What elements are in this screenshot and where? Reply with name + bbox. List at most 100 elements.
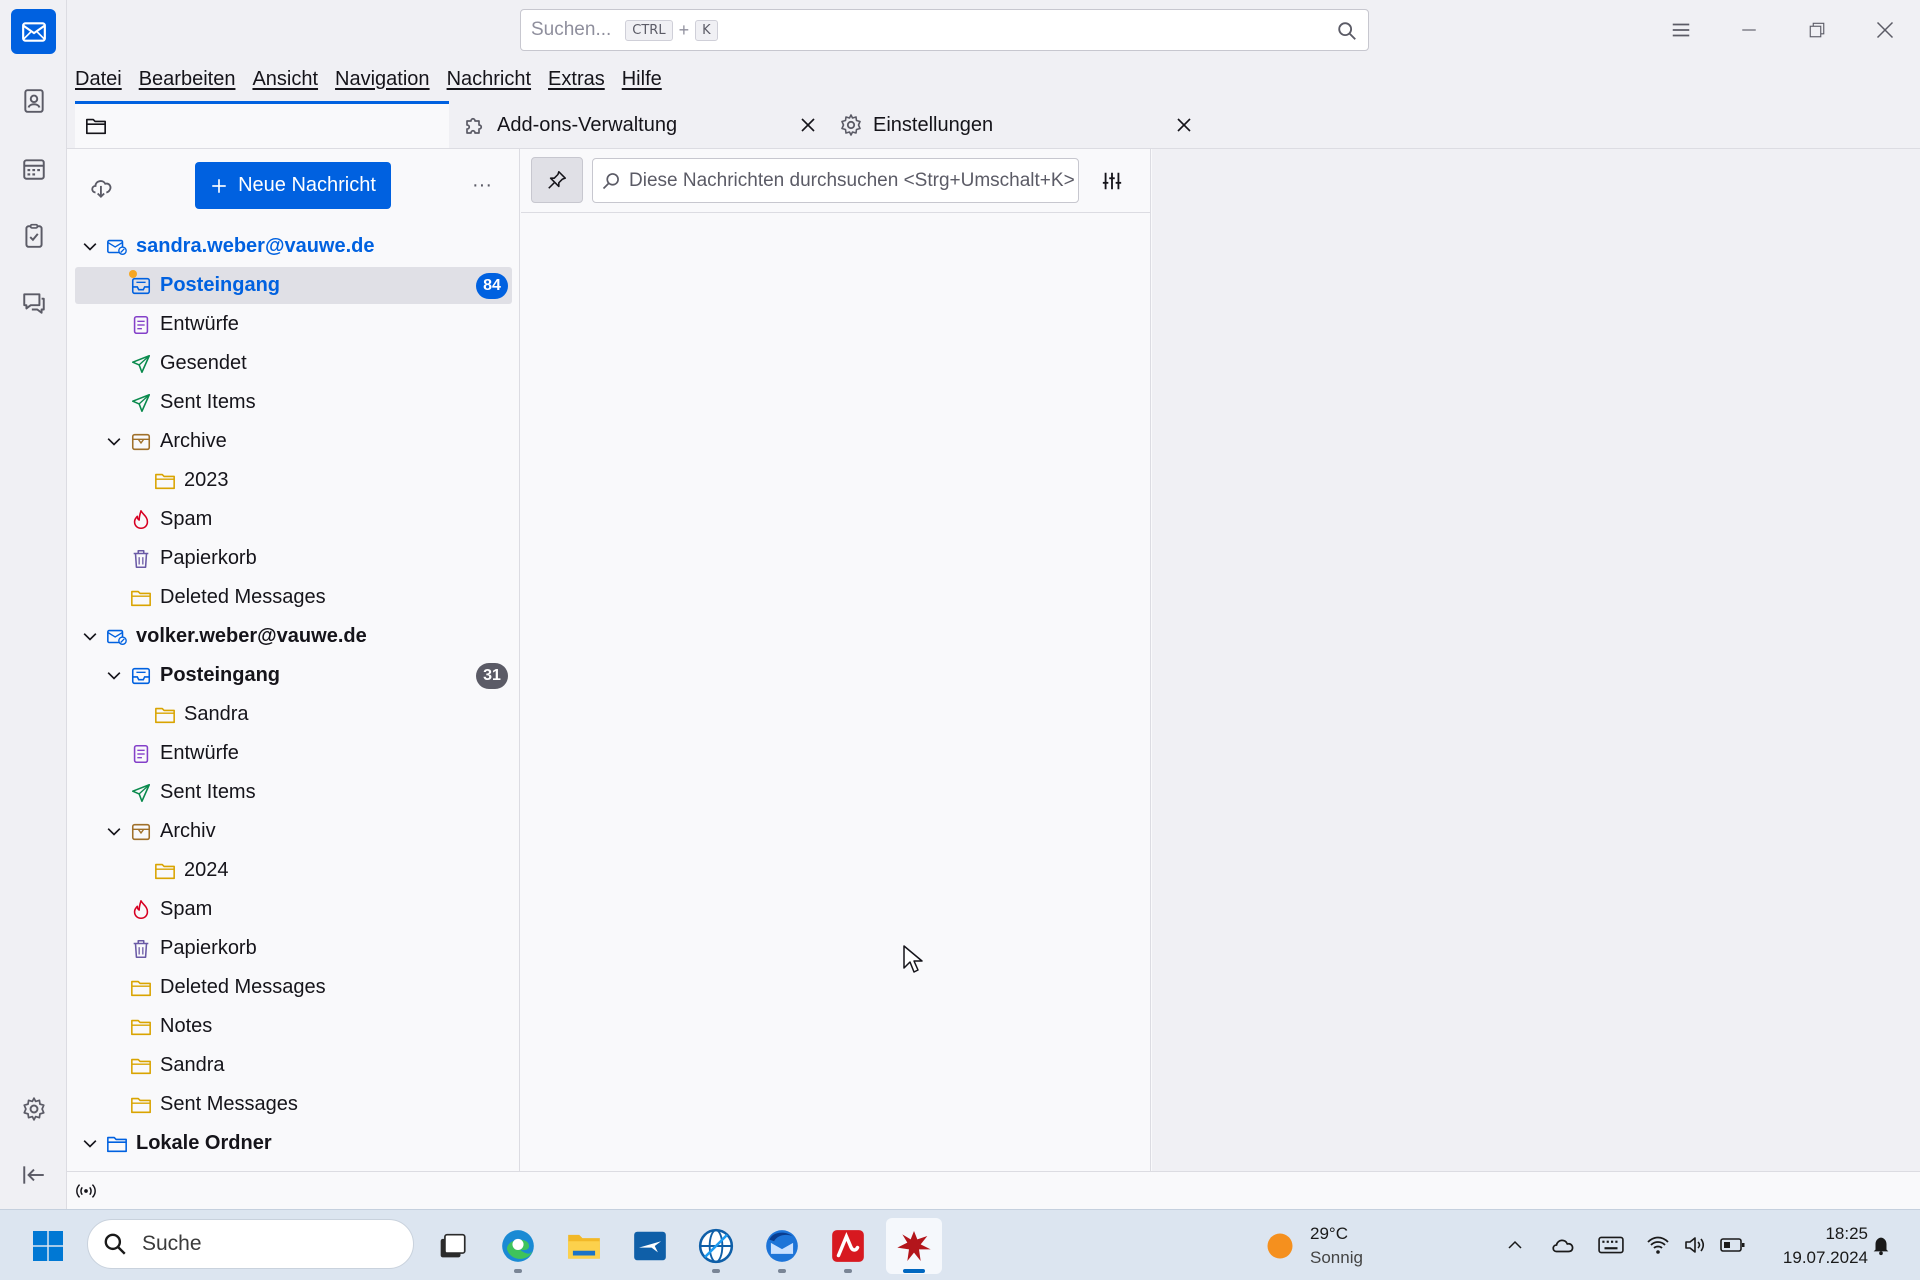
search-icon[interactable] bbox=[1336, 20, 1358, 42]
pin-filter-button[interactable] bbox=[531, 157, 583, 203]
folder-row[interactable]: 2023 bbox=[67, 461, 519, 500]
taskbar-task-view[interactable] bbox=[424, 1218, 480, 1274]
chat-space-button[interactable] bbox=[11, 280, 56, 325]
weather-desc: Sonnig bbox=[1310, 1248, 1363, 1267]
tab-addons-label: Add-ons-Verwaltung bbox=[497, 113, 678, 136]
quick-filter-input[interactable]: Diese Nachrichten durchsuchen <Strg+Umsc… bbox=[592, 158, 1079, 203]
folder-row[interactable]: Sandra bbox=[67, 695, 519, 734]
start-button[interactable] bbox=[20, 1218, 76, 1274]
weather-widget[interactable]: 29°C Sonnig bbox=[1310, 1222, 1363, 1270]
close-window-button[interactable] bbox=[1851, 0, 1919, 60]
taskbar-search[interactable]: Suche bbox=[87, 1219, 414, 1269]
tray-onedrive[interactable] bbox=[1548, 1230, 1578, 1260]
sent-icon bbox=[130, 353, 152, 375]
taskbar-explorer[interactable] bbox=[556, 1218, 612, 1274]
shortcut-key-k: K bbox=[695, 19, 718, 41]
new-message-button[interactable]: Neue Nachricht bbox=[195, 162, 391, 209]
notifications-button[interactable] bbox=[1866, 1230, 1896, 1260]
message-pane bbox=[1152, 149, 1920, 1171]
online-status-icon[interactable] bbox=[75, 1181, 97, 1201]
account-row[interactable]: sandra.weber@vauwe.de bbox=[67, 227, 519, 266]
collapse-spaces-button[interactable] bbox=[11, 1152, 56, 1197]
menu-hilfe[interactable]: Hilfe bbox=[614, 68, 671, 91]
taskbar-avira[interactable] bbox=[820, 1218, 876, 1274]
tab-settings[interactable]: Einstellungen bbox=[831, 102, 1201, 148]
folder-row[interactable]: Deleted Messages bbox=[67, 968, 519, 1007]
folder-row[interactable]: Posteingang 31 bbox=[67, 656, 519, 695]
mouse-cursor-icon bbox=[903, 945, 923, 973]
chevron-down-icon[interactable] bbox=[104, 666, 124, 686]
taskbar-active-app[interactable] bbox=[886, 1218, 942, 1274]
menu-datei[interactable]: Datei bbox=[67, 68, 131, 91]
account-name: Lokale Ordner bbox=[136, 1132, 272, 1154]
folder-row[interactable]: 2024 bbox=[67, 851, 519, 890]
close-tab-icon[interactable] bbox=[1175, 116, 1193, 134]
folder-label: 2023 bbox=[184, 469, 229, 491]
folder-row[interactable]: Entwürfe bbox=[67, 305, 519, 344]
filter-options-button[interactable] bbox=[1094, 163, 1130, 199]
calendar-space-button[interactable] bbox=[11, 146, 56, 191]
keyboard-icon bbox=[1598, 1236, 1624, 1254]
more-options-button[interactable]: ··· bbox=[472, 174, 492, 197]
tray-battery[interactable] bbox=[1718, 1230, 1748, 1260]
folder-row[interactable]: Archive bbox=[67, 422, 519, 461]
drafts-icon bbox=[130, 314, 152, 336]
taskbar-clock[interactable]: 18:25 19.07.2024 bbox=[1783, 1222, 1868, 1270]
menu-ansicht[interactable]: Ansicht bbox=[244, 68, 327, 91]
taskbar-edge[interactable] bbox=[490, 1218, 546, 1274]
chevron-down-icon[interactable] bbox=[80, 237, 100, 257]
taskbar-app-plane[interactable] bbox=[622, 1218, 678, 1274]
folder-row[interactable]: Sent Messages bbox=[67, 1085, 519, 1124]
edge-browser-icon bbox=[502, 1230, 534, 1262]
tasks-space-button[interactable] bbox=[11, 213, 56, 258]
spaces-toolbar bbox=[0, 0, 67, 1209]
folder-icon bbox=[130, 1094, 152, 1116]
weather-temp: 29°C bbox=[1310, 1224, 1348, 1243]
address-book-space-button[interactable] bbox=[11, 78, 56, 123]
folder-row[interactable]: Notes bbox=[67, 1007, 519, 1046]
tray-volume[interactable] bbox=[1680, 1230, 1710, 1260]
folder-row[interactable]: Sandra bbox=[67, 1046, 519, 1085]
menu-navigation[interactable]: Navigation bbox=[327, 68, 439, 91]
app-menu-button[interactable] bbox=[1647, 0, 1715, 60]
chevron-down-icon[interactable] bbox=[80, 627, 100, 647]
taskbar-thunderbird[interactable] bbox=[754, 1218, 810, 1274]
chevron-down-icon[interactable] bbox=[104, 432, 124, 452]
folder-row[interactable]: Sent Items bbox=[67, 773, 519, 812]
trash-icon bbox=[130, 938, 152, 960]
settings-space-button[interactable] bbox=[11, 1086, 56, 1131]
global-search-input[interactable]: Suchen... CTRL + K bbox=[520, 9, 1369, 51]
menu-nachricht[interactable]: Nachricht bbox=[439, 68, 540, 91]
folder-row[interactable]: Spam bbox=[67, 500, 519, 539]
tab-mail[interactable] bbox=[75, 101, 449, 148]
taskbar-app-globe[interactable] bbox=[688, 1218, 744, 1274]
folder-row[interactable]: Sent Items bbox=[67, 383, 519, 422]
folder-row[interactable]: Papierkorb bbox=[67, 539, 519, 578]
tab-addons[interactable]: Add-ons-Verwaltung bbox=[455, 102, 825, 148]
folder-row[interactable]: Spam bbox=[67, 890, 519, 929]
folder-row[interactable]: Entwürfe bbox=[67, 734, 519, 773]
menu-bearbeiten[interactable]: Bearbeiten bbox=[131, 68, 245, 91]
folder-row[interactable]: Gesendet bbox=[67, 344, 519, 383]
folder-row[interactable]: Deleted Messages bbox=[67, 578, 519, 617]
tray-overflow-button[interactable] bbox=[1500, 1230, 1530, 1260]
restore-button[interactable] bbox=[1783, 0, 1851, 60]
search-icon bbox=[602, 172, 619, 189]
weather-sun-icon[interactable] bbox=[1265, 1231, 1295, 1261]
chevron-down-icon[interactable] bbox=[80, 1134, 100, 1154]
chevron-down-icon[interactable] bbox=[104, 822, 124, 842]
minimize-button[interactable] bbox=[1715, 0, 1783, 60]
folder-row[interactable]: Papierkorb bbox=[67, 929, 519, 968]
tray-wifi[interactable] bbox=[1643, 1230, 1673, 1260]
get-messages-icon[interactable] bbox=[89, 174, 115, 200]
archive-icon bbox=[130, 431, 152, 453]
folder-label: Entwürfe bbox=[160, 313, 239, 335]
close-tab-icon[interactable] bbox=[799, 116, 817, 134]
account-row[interactable]: volker.weber@vauwe.de bbox=[67, 617, 519, 656]
menu-extras[interactable]: Extras bbox=[540, 68, 614, 91]
account-row[interactable]: Lokale Ordner bbox=[67, 1124, 519, 1163]
folder-row[interactable]: Archiv bbox=[67, 812, 519, 851]
folder-icon bbox=[154, 470, 176, 492]
mail-space-button[interactable] bbox=[11, 9, 56, 54]
tray-keyboard[interactable] bbox=[1596, 1230, 1626, 1260]
